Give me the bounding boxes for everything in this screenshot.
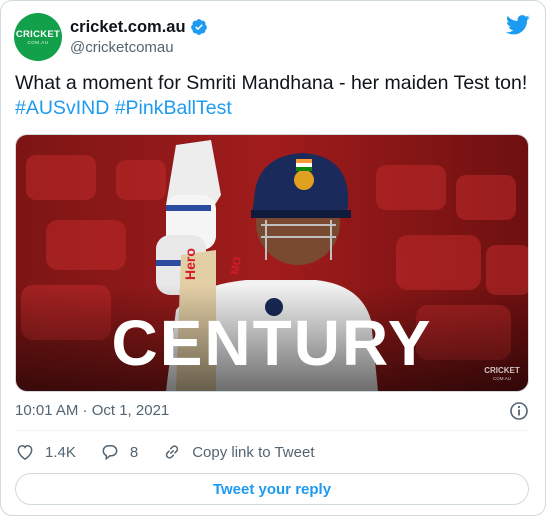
heart-icon[interactable] xyxy=(15,442,35,462)
photo-illustration: Hero MO CENTURY CRICKET COM.AU xyxy=(16,135,528,391)
link-icon[interactable] xyxy=(162,442,182,462)
verified-badge-icon xyxy=(190,19,207,35)
reply-action[interactable]: 8 xyxy=(100,442,138,462)
century-overlay-text: CENTURY xyxy=(112,307,433,379)
reply-count: 8 xyxy=(129,443,139,461)
account-handle[interactable]: @cricketcomau xyxy=(70,38,208,58)
watermark-logo-subtext: COM.AU xyxy=(493,376,511,381)
avatar[interactable]: CRICKET COM.AU xyxy=(14,13,62,61)
tweet-text: What a moment for Smriti Mandhana - her … xyxy=(15,71,535,121)
hashtag-ausvind[interactable]: #AUSvIND xyxy=(15,97,109,119)
hashtag-pinkballtest[interactable]: #PinkBallTest xyxy=(115,97,232,119)
divider xyxy=(15,430,529,431)
tweet-header: CRICKET COM.AU cricket.com.au @cricketco… xyxy=(14,13,208,61)
tweet-body: What a moment for Smriti Mandhana - her … xyxy=(15,72,528,94)
tweet-actions: 1.4K 8 Copy link to Tweet xyxy=(15,439,339,465)
display-name[interactable]: cricket.com.au xyxy=(70,18,186,37)
like-count: 1.4K xyxy=(45,443,76,461)
tweet-card: CRICKET COM.AU cricket.com.au @cricketco… xyxy=(0,0,546,516)
avatar-logo-text: CRICKET xyxy=(15,28,61,40)
speech-bubble-icon[interactable] xyxy=(100,442,120,462)
watermark-logo-text: CRICKET xyxy=(484,366,520,375)
author-names: cricket.com.au @cricketcomau xyxy=(70,16,208,58)
copy-link-action[interactable]: Copy link to Tweet xyxy=(162,442,315,462)
bat-sponsor-text: Hero xyxy=(182,248,198,280)
tweet-timestamp[interactable]: 10:01 AM · Oct 1, 2021 xyxy=(15,402,169,419)
like-action[interactable]: 1.4K xyxy=(15,442,76,462)
tweet-your-reply-button[interactable]: Tweet your reply xyxy=(15,473,529,505)
display-name-row: cricket.com.au xyxy=(70,16,208,38)
avatar-logo-subtext: COM.AU xyxy=(27,39,49,45)
info-icon[interactable] xyxy=(509,401,529,421)
twitter-bird-icon[interactable] xyxy=(506,15,530,35)
copy-link-label: Copy link to Tweet xyxy=(192,443,315,461)
tweet-media-image[interactable]: Hero MO CENTURY CRICKET COM.AU xyxy=(15,134,529,392)
